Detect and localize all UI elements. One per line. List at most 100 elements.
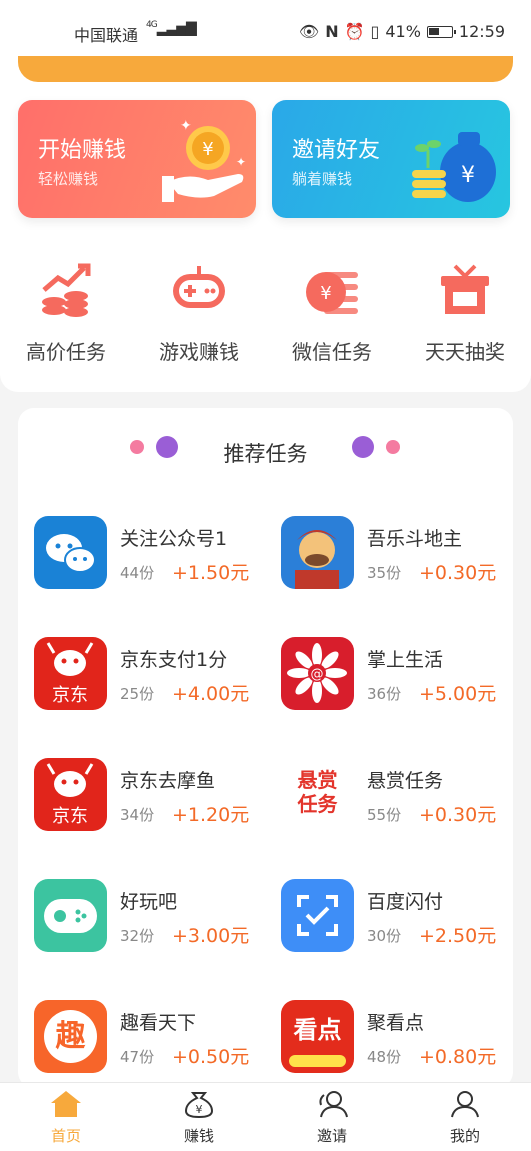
category-label: 游戏赚钱 [159,340,239,364]
gift-box-icon [437,262,493,318]
tab-label: 邀请 [316,1127,347,1145]
clock: 12:59 [458,22,505,41]
tab-label: 赚钱 [183,1127,214,1145]
decor-dot [386,440,400,454]
svg-text:✦: ✦ [180,118,192,134]
promo-title: 开始赚钱 [38,138,127,163]
task-item[interactable]: 吾乐斗地主 35份 +0.30元 [281,516,511,596]
task-name: 掌上生活 [367,649,444,671]
recommended-card: 推荐任务 关注公众号1 44份 +1.50元 吾乐斗地主 35份 +0.30元 … [18,408,513,1088]
vibrate-icon: ▯ [370,22,380,41]
task-reward: +0.30元 [419,562,497,584]
task-reward: +2.50元 [419,925,497,947]
task-item[interactable]: 趣 趣看天下 47份 +0.50元 [34,1000,264,1080]
jd-icon: 京东 [34,637,107,710]
battery-percent: 41% [385,22,421,41]
promo-subtitle: 躺着赚钱 [292,170,353,188]
qu-icon: 趣 [34,1000,107,1073]
tab-profile[interactable]: 我的 [425,1089,505,1146]
eye-icon: 👁 [298,22,320,41]
task-count: 55份 [367,806,402,824]
scan-check-icon [281,879,354,952]
task-name: 好玩吧 [120,891,178,913]
task-name: 京东支付1分 [120,649,228,671]
chart-coins-icon [38,262,94,318]
task-reward: +1.50元 [172,562,250,584]
battery-icon [426,25,456,38]
jd-icon: 京东 [34,758,107,831]
svg-text:¥: ¥ [202,139,213,160]
tab-label: 首页 [50,1127,81,1145]
banner-strip [18,56,513,82]
gamepad-icon [34,879,107,952]
kandian-icon: 看点 [281,1000,354,1073]
money-bag-icon: ¥ [184,1092,214,1119]
start-earning-card[interactable]: 开始赚钱 轻松赚钱 ¥ ✦ ✦ [18,100,256,218]
tab-invite[interactable]: 邀请 [292,1089,372,1146]
category-label: 高价任务 [26,340,106,364]
task-item[interactable]: 看点 聚看点 48份 +0.80元 [281,1000,511,1080]
network-type: 4G [146,20,158,30]
task-count: 32份 [120,927,155,945]
category-wechat-task[interactable]: ¥ 微信任务 [272,262,392,365]
task-count: 48份 [367,1048,402,1066]
task-name: 悬赏任务 [367,770,444,792]
status-bar: 中国联通 4G▂▃▅▇ 👁 N ⏰ ▯ 41% 12:59 [0,0,531,64]
svg-text:¥: ¥ [461,163,475,188]
carrier-label: 中国联通 [74,26,139,45]
task-name: 趣看天下 [120,1012,197,1034]
status-right: 👁 N ⏰ ▯ 41% 12:59 [299,22,505,41]
decor-dot [352,436,374,458]
task-reward: +0.50元 [172,1046,250,1068]
category-daily-lottery[interactable]: 天天抽奖 [405,262,525,365]
task-item[interactable]: 百度闪付 30份 +2.50元 [281,879,511,959]
promo-title: 邀请好友 [292,138,381,163]
task-count: 34份 [120,806,155,824]
task-count: 36份 [367,685,402,703]
task-item[interactable]: @ 掌上生活 36份 +5.00元 [281,637,511,717]
svg-text:¥: ¥ [320,283,331,304]
bounty-text-icon: 悬赏任务 [281,758,354,831]
task-reward: +1.20元 [172,804,250,826]
task-reward: +4.00元 [172,683,250,705]
svg-text:@: @ [311,667,324,682]
task-count: 25份 [120,685,155,703]
category-high-price-task[interactable]: 高价任务 [6,262,126,365]
bounty-icon-text: 悬赏任务 [297,768,338,816]
category-game-earn[interactable]: 游戏赚钱 [139,262,259,365]
tab-label: 我的 [449,1127,480,1145]
task-name: 关注公众号1 [120,528,228,550]
wechat-icon [34,516,107,589]
task-item[interactable]: 关注公众号1 44份 +1.50元 [34,516,264,596]
task-name: 京东去摩鱼 [120,770,216,792]
task-item[interactable]: 好玩吧 32份 +3.00元 [34,879,264,959]
task-item[interactable]: 京东 京东去摩鱼 34份 +1.20元 [34,758,264,838]
svg-text:京东: 京东 [52,685,88,706]
task-item[interactable]: 京东 京东支付1分 25份 +4.00元 [34,637,264,717]
home-icon [51,1091,81,1117]
svg-text:¥: ¥ [196,1103,203,1116]
task-reward: +5.00元 [419,683,497,705]
qu-icon-circle: 趣 [44,1010,97,1063]
task-item[interactable]: 悬赏任务 悬赏任务 55份 +0.30元 [281,758,511,838]
money-bag-plant-icon: ¥ [412,132,496,202]
category-label: 微信任务 [292,340,372,364]
task-count: 35份 [367,564,402,582]
alarm-icon: ⏰ [344,22,365,41]
task-reward: +0.80元 [419,1046,497,1068]
qu-icon-text: 趣 [55,1019,86,1054]
task-name: 百度闪付 [367,891,444,913]
profile-icon [451,1091,479,1118]
gamepad-icon [171,262,227,318]
signal-icon: 4G▂▃▅▇ [146,20,197,37]
tab-home[interactable]: 首页 [26,1089,106,1146]
invite-user-icon [319,1091,348,1118]
bottom-tab-bar: 首页 ¥ 赚钱 邀请 我的 [0,1082,531,1151]
task-name: 聚看点 [367,1012,425,1034]
section-title: 推荐任务 [223,442,308,466]
task-name: 吾乐斗地主 [367,528,463,550]
category-label: 天天抽奖 [425,340,505,364]
tab-earn[interactable]: ¥ 赚钱 [159,1089,239,1146]
task-count: 30份 [367,927,402,945]
invite-friends-card[interactable]: 邀请好友 躺着赚钱 ¥ [272,100,510,218]
